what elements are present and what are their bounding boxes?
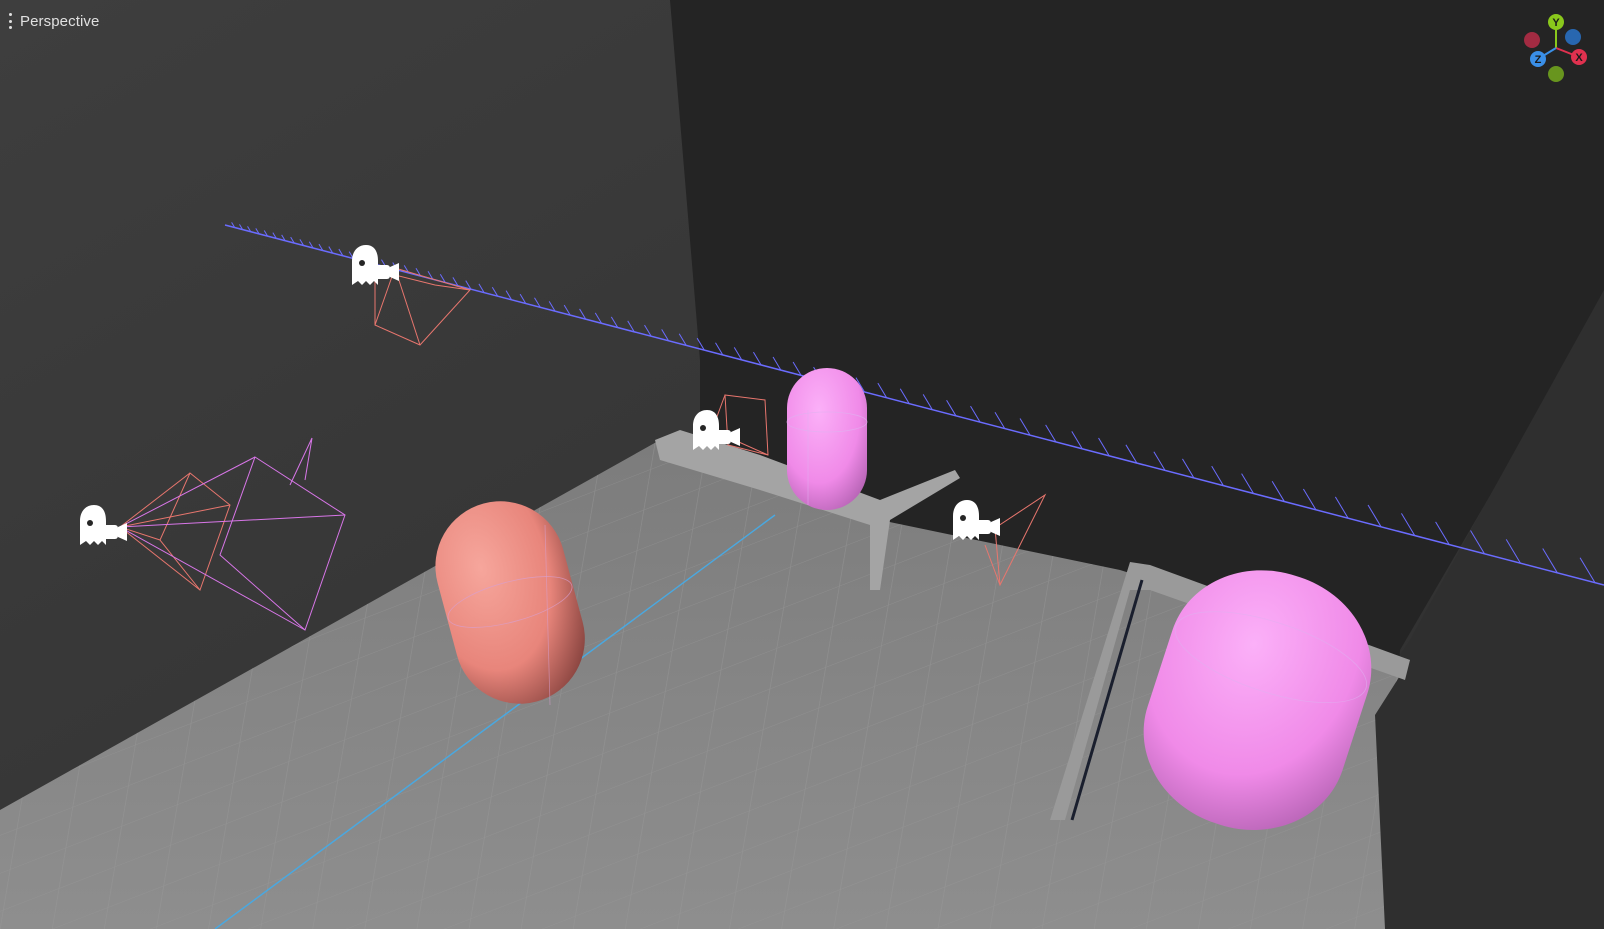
y-axis-handle[interactable]: Y bbox=[1548, 14, 1564, 30]
x-axis-label: X bbox=[1575, 52, 1583, 64]
z-axis-label: Z bbox=[1535, 54, 1542, 66]
view-mode-label: Perspective bbox=[20, 12, 100, 30]
scene-canvas[interactable] bbox=[0, 0, 1604, 929]
z-axis-handle[interactable]: Z bbox=[1530, 51, 1546, 67]
view-menu-button[interactable]: Perspective bbox=[4, 8, 105, 34]
neg-y-axis-handle[interactable] bbox=[1548, 66, 1564, 82]
capsule-pink-small[interactable] bbox=[786, 368, 868, 510]
x-axis-handle[interactable]: X bbox=[1571, 49, 1587, 65]
axis-orientation-gizmo[interactable]: Y X Z bbox=[1516, 8, 1596, 88]
3d-viewport[interactable]: Perspective Y X Z bbox=[0, 0, 1604, 929]
kebab-menu-icon bbox=[8, 13, 12, 29]
neg-x-axis-handle[interactable] bbox=[1524, 32, 1540, 48]
y-axis-label: Y bbox=[1552, 17, 1560, 29]
neg-z-axis-handle[interactable] bbox=[1565, 29, 1581, 45]
